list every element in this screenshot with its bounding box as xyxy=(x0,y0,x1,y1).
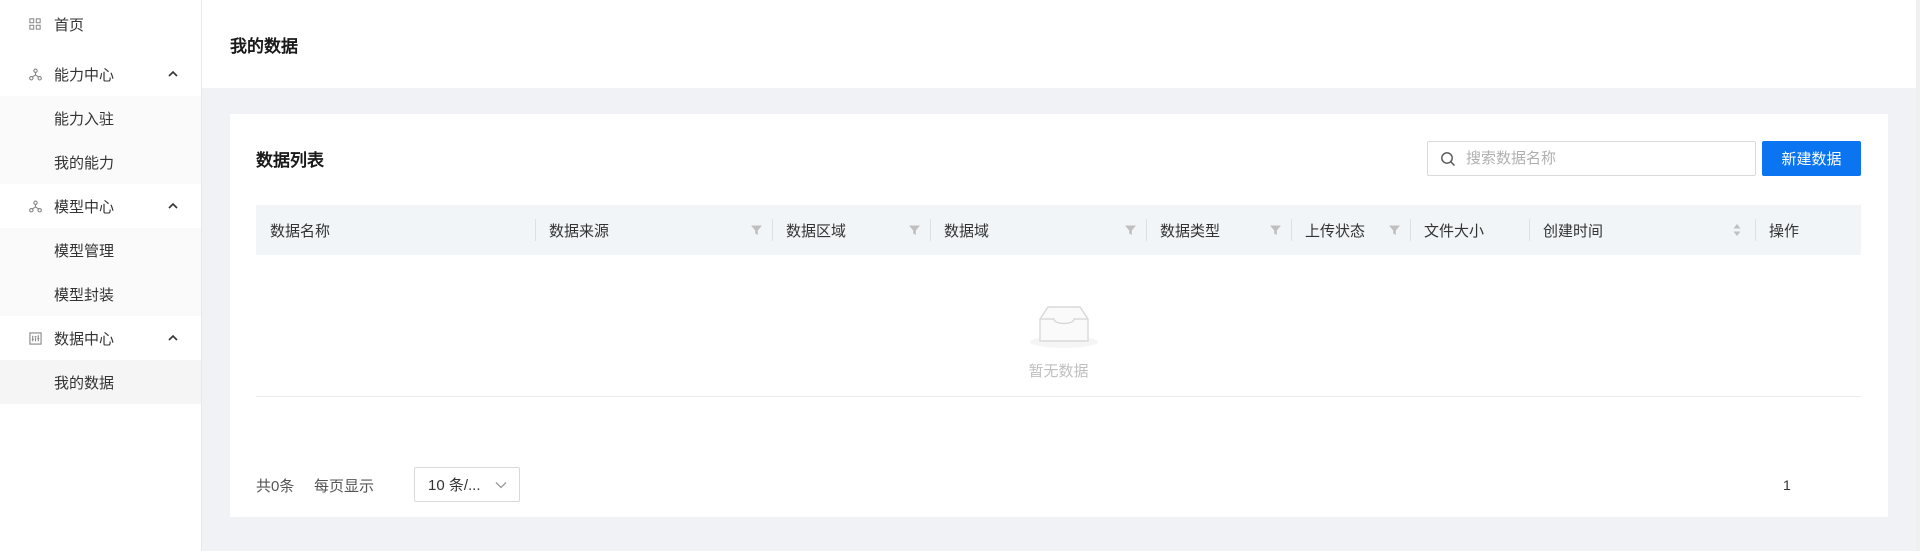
page-header: 我的数据 xyxy=(202,0,1916,88)
sidebar-item-label: 首页 xyxy=(54,16,85,34)
table-header: 数据名称 数据来源 数据区域 数据域 数据类型 上传状态 文件大小 创建时间 操… xyxy=(256,205,1861,255)
pagination-page-1[interactable]: 1 xyxy=(1783,477,1791,493)
submenu-ability: 能力入驻 我的能力 xyxy=(0,96,201,184)
column-header-region: 数据区域 xyxy=(772,205,930,255)
column-header-label: 数据域 xyxy=(944,222,990,240)
chevron-up-icon xyxy=(168,334,178,341)
sidebar-item-model-manage[interactable]: 模型管理 xyxy=(0,228,201,272)
column-header-file-size: 文件大小 xyxy=(1410,205,1529,255)
chevron-down-icon xyxy=(495,482,507,489)
branch-icon xyxy=(28,199,42,213)
column-header-type: 数据类型 xyxy=(1146,205,1291,255)
per-page-label: 每页显示 xyxy=(314,478,375,495)
sidebar-group-model[interactable]: 模型中心 xyxy=(0,184,201,228)
new-data-button[interactable]: 新建数据 xyxy=(1762,141,1861,176)
column-header-label: 文件大小 xyxy=(1424,222,1485,240)
sidebar-item-ability-onboard[interactable]: 能力入驻 xyxy=(0,96,201,140)
column-header-upload-status: 上传状态 xyxy=(1291,205,1410,255)
empty-text: 暂无数据 xyxy=(1028,363,1089,380)
sidebar-group-label: 能力中心 xyxy=(54,66,115,84)
column-header-created-time[interactable]: 创建时间 xyxy=(1529,205,1755,255)
submenu-data: 我的数据 xyxy=(0,360,201,404)
column-header-label: 数据名称 xyxy=(270,222,331,240)
column-header-domain: 数据域 xyxy=(930,205,1146,255)
filter-icon[interactable] xyxy=(1389,225,1400,236)
sort-icon[interactable] xyxy=(1733,223,1741,237)
data-icon xyxy=(28,331,42,345)
search-input[interactable] xyxy=(1466,150,1736,167)
sidebar: 首页 能力中心 能力入驻 我的能力 模型中心 模型管理 模型封装 数据中心 我的… xyxy=(0,0,202,551)
sidebar-item-my-data[interactable]: 我的数据 xyxy=(0,360,201,404)
page-title: 我的数据 xyxy=(230,36,298,56)
chevron-up-icon xyxy=(168,70,178,77)
sidebar-group-label: 模型中心 xyxy=(54,198,115,216)
column-header-label: 操作 xyxy=(1769,222,1800,240)
column-header-label: 上传状态 xyxy=(1305,222,1366,240)
sidebar-group-label: 数据中心 xyxy=(54,330,115,348)
filter-icon[interactable] xyxy=(1270,225,1281,236)
chevron-up-icon xyxy=(168,202,178,209)
filter-icon[interactable] xyxy=(751,225,762,236)
sidebar-item-model-package[interactable]: 模型封装 xyxy=(0,272,201,316)
sidebar-group-data[interactable]: 数据中心 xyxy=(0,316,201,360)
search-box[interactable] xyxy=(1427,141,1756,176)
filter-icon[interactable] xyxy=(909,225,920,236)
column-header-label: 数据来源 xyxy=(549,222,610,240)
sidebar-item-my-ability[interactable]: 我的能力 xyxy=(0,140,201,184)
column-header-label: 数据区域 xyxy=(786,222,847,240)
grid-icon xyxy=(28,17,42,31)
submenu-model: 模型管理 模型封装 xyxy=(0,228,201,316)
column-header-source: 数据来源 xyxy=(535,205,772,255)
column-header-label: 数据类型 xyxy=(1160,222,1221,240)
filter-icon[interactable] xyxy=(1125,225,1136,236)
column-header-name: 数据名称 xyxy=(256,205,535,255)
card-title: 数据列表 xyxy=(256,151,324,170)
page-size-value: 10 条/... xyxy=(428,477,481,494)
pagination-total: 共0条 xyxy=(256,478,295,495)
data-list-card: 数据列表 新建数据 数据名称 数据来源 数据区域 数据域 数据类型 上传状态 xyxy=(230,114,1888,517)
column-header-label: 创建时间 xyxy=(1543,222,1604,240)
table-empty-state: 暂无数据 xyxy=(256,255,1861,397)
sidebar-group-ability[interactable]: 能力中心 xyxy=(0,52,201,96)
sidebar-item-home[interactable]: 首页 xyxy=(0,0,201,48)
branch-icon xyxy=(28,67,42,81)
empty-inbox-icon xyxy=(1030,306,1098,348)
search-icon xyxy=(1441,151,1455,166)
page-scrollbar[interactable] xyxy=(1916,0,1920,551)
page-size-select[interactable]: 10 条/... xyxy=(414,467,520,502)
column-header-actions: 操作 xyxy=(1755,205,1861,255)
